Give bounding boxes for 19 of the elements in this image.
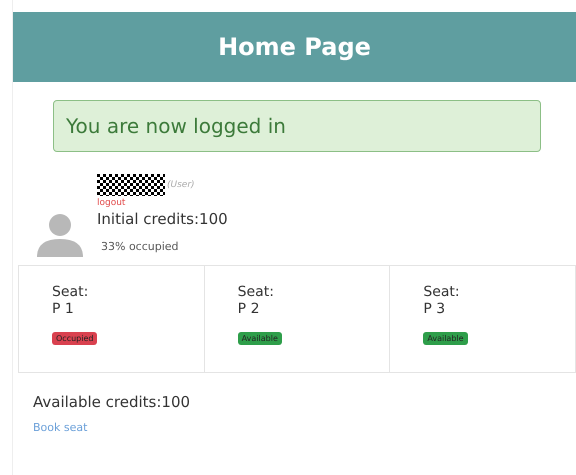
status-badge: Occupied [52, 332, 98, 345]
occupancy-text: 33% occupied [101, 240, 180, 253]
success-alert: You are now logged in [53, 100, 541, 152]
page-title: Home Page [218, 33, 371, 61]
initial-credits: Initial credits:100 [97, 210, 228, 228]
book-seat-link[interactable]: Book seat [33, 421, 88, 434]
logout-link[interactable]: logout [97, 198, 228, 208]
seat-label: Seat: [238, 284, 275, 301]
status-badge: Available [423, 332, 468, 345]
seat-label: Seat: [52, 284, 90, 301]
seat-label: Seat: [423, 284, 461, 301]
seat-name: P 1 [52, 301, 75, 318]
avatar-icon [35, 213, 85, 257]
redacted-name-drawing [97, 174, 165, 196]
status-badge: Available [238, 332, 282, 345]
user-role: (User) [167, 180, 195, 190]
seat-name: P 3 [423, 301, 446, 318]
seat-name: P 2 [238, 301, 260, 318]
available-credits: Available credits:100 [33, 393, 192, 411]
